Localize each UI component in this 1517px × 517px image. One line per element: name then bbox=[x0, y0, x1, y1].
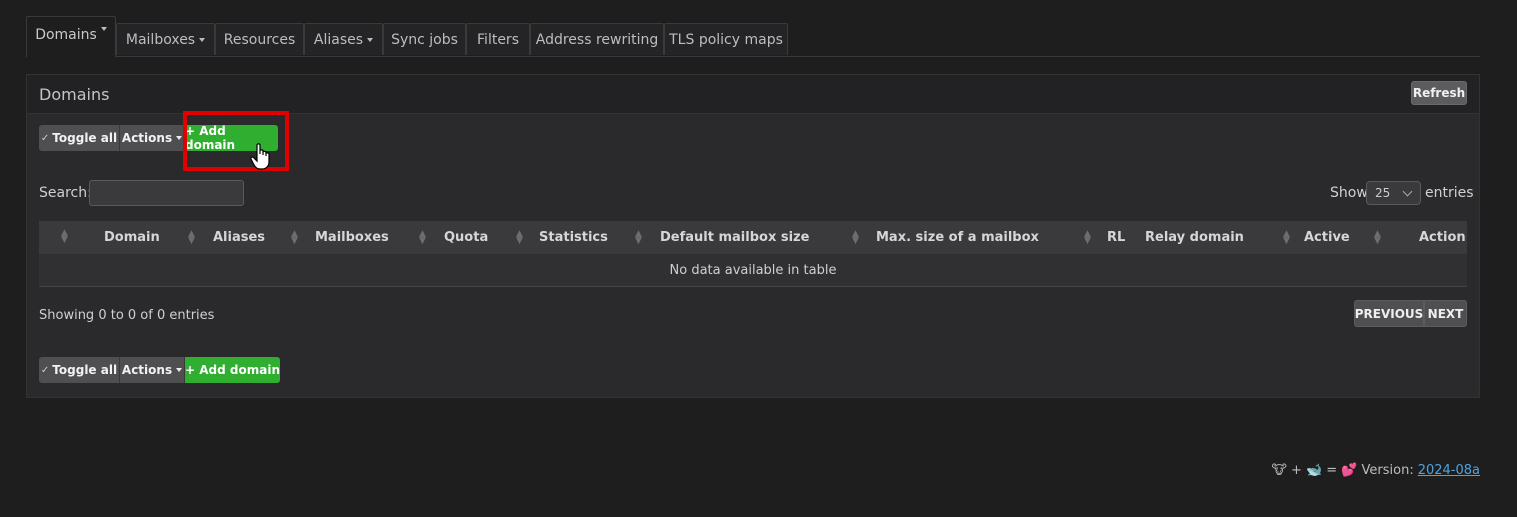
column-header-action: Action bbox=[1419, 230, 1466, 245]
tab-address-rewriting[interactable]: Address rewriting bbox=[530, 23, 664, 55]
next-button[interactable]: NEXT bbox=[1424, 300, 1467, 327]
column-header-statistics[interactable]: Statistics ▲ ▼ bbox=[539, 221, 647, 254]
actions-dropdown-button[interactable]: Actions bbox=[120, 125, 185, 151]
chevron-down-icon bbox=[176, 136, 183, 140]
column-header-select[interactable]: ▲ ▼ bbox=[61, 221, 81, 254]
column-header-rl[interactable]: RL bbox=[1107, 221, 1132, 254]
search-label: Search: bbox=[39, 185, 92, 201]
sort-icon: ▲ ▼ bbox=[1374, 229, 1381, 246]
tab-mailboxes[interactable]: Mailboxes bbox=[116, 23, 215, 55]
table-info: Showing 0 to 0 of 0 entries bbox=[39, 308, 215, 323]
check-icon: ✓ bbox=[40, 132, 50, 144]
column-header-mailboxes[interactable]: Mailboxes ▲ ▼ bbox=[315, 221, 430, 254]
show-label: Show bbox=[1330, 185, 1368, 201]
footer: 🐮 + 🐋 = 💕 Version: 2024-08a bbox=[1271, 463, 1480, 478]
table-empty-row: No data available in table bbox=[39, 254, 1467, 287]
column-header-relay-domain[interactable]: Relay domain ▲ ▼ bbox=[1145, 221, 1295, 254]
sort-icon: ▲ ▼ bbox=[291, 229, 298, 246]
column-header-quota[interactable]: Quota ▲ ▼ bbox=[444, 221, 529, 254]
column-header-max-mailbox-size[interactable]: Max. size of a mailbox ▲ ▼ bbox=[876, 221, 1096, 254]
panel-title: Domains bbox=[39, 85, 110, 104]
column-header-active[interactable]: Active ▲ ▼ bbox=[1304, 221, 1384, 254]
column-header-domain[interactable]: Domain ▲ ▼ bbox=[104, 221, 202, 254]
chevron-down-icon bbox=[367, 37, 374, 42]
refresh-button[interactable]: Refresh bbox=[1411, 81, 1467, 105]
chevron-down-icon bbox=[176, 368, 183, 372]
column-header-default-mailbox-size[interactable]: Default mailbox size ▲ ▼ bbox=[660, 221, 865, 254]
hand-cursor-icon bbox=[250, 143, 270, 170]
add-domain-button[interactable]: + Add domain bbox=[185, 357, 280, 383]
tab-sync-jobs[interactable]: Sync jobs bbox=[383, 23, 466, 55]
sort-icon: ▲ ▼ bbox=[852, 229, 859, 246]
chevron-down-icon bbox=[1402, 186, 1413, 197]
sort-icon: ▲ ▼ bbox=[516, 229, 523, 246]
sort-icon: ▲ ▼ bbox=[188, 229, 195, 246]
tab-resources[interactable]: Resources bbox=[215, 23, 304, 55]
table-header: ▲ ▼ Domain ▲ ▼ Aliases ▲ ▼ Mailboxes ▲ ▼ Quo… bbox=[39, 221, 1467, 254]
tab-domains[interactable]: Domains bbox=[26, 16, 116, 57]
version-label: Version: bbox=[1361, 463, 1414, 478]
footer-emoji: 🐮 + 🐋 = 💕 bbox=[1271, 463, 1358, 478]
tab-tls-policy-maps[interactable]: TLS policy maps bbox=[664, 23, 788, 55]
panel-header: Domains Refresh bbox=[27, 75, 1479, 114]
sort-icon: ▲ ▼ bbox=[61, 228, 68, 245]
previous-button[interactable]: PREVIOUS bbox=[1354, 300, 1424, 327]
column-header-aliases[interactable]: Aliases ▲ ▼ bbox=[213, 221, 303, 254]
chevron-down-icon bbox=[100, 27, 107, 31]
toggle-all-button[interactable]: ✓ Toggle all bbox=[39, 357, 120, 383]
entries-label: entries bbox=[1425, 185, 1474, 201]
search-input[interactable] bbox=[89, 180, 244, 206]
tab-filters[interactable]: Filters bbox=[466, 23, 530, 55]
sort-icon: ▲ ▼ bbox=[419, 229, 426, 246]
toggle-all-button[interactable]: ✓ Toggle all bbox=[39, 125, 120, 151]
tab-bar: Domains Mailboxes Resources Aliases Sync… bbox=[26, 16, 1480, 57]
check-icon: ✓ bbox=[40, 364, 50, 376]
actions-dropdown-button[interactable]: Actions bbox=[120, 357, 185, 383]
tab-aliases[interactable]: Aliases bbox=[304, 23, 383, 55]
entries-per-page-select[interactable]: 25 bbox=[1366, 181, 1421, 205]
chevron-down-icon bbox=[199, 37, 206, 42]
sort-icon: ▲ ▼ bbox=[635, 229, 642, 246]
sort-icon: ▲ ▼ bbox=[1084, 229, 1091, 246]
pagination: PREVIOUS NEXT bbox=[1354, 300, 1467, 327]
version-link[interactable]: 2024-08a bbox=[1418, 463, 1480, 478]
sort-icon: ▲ ▼ bbox=[1283, 229, 1290, 246]
bottom-toolbar: ✓ Toggle all Actions + Add domain bbox=[39, 357, 280, 383]
